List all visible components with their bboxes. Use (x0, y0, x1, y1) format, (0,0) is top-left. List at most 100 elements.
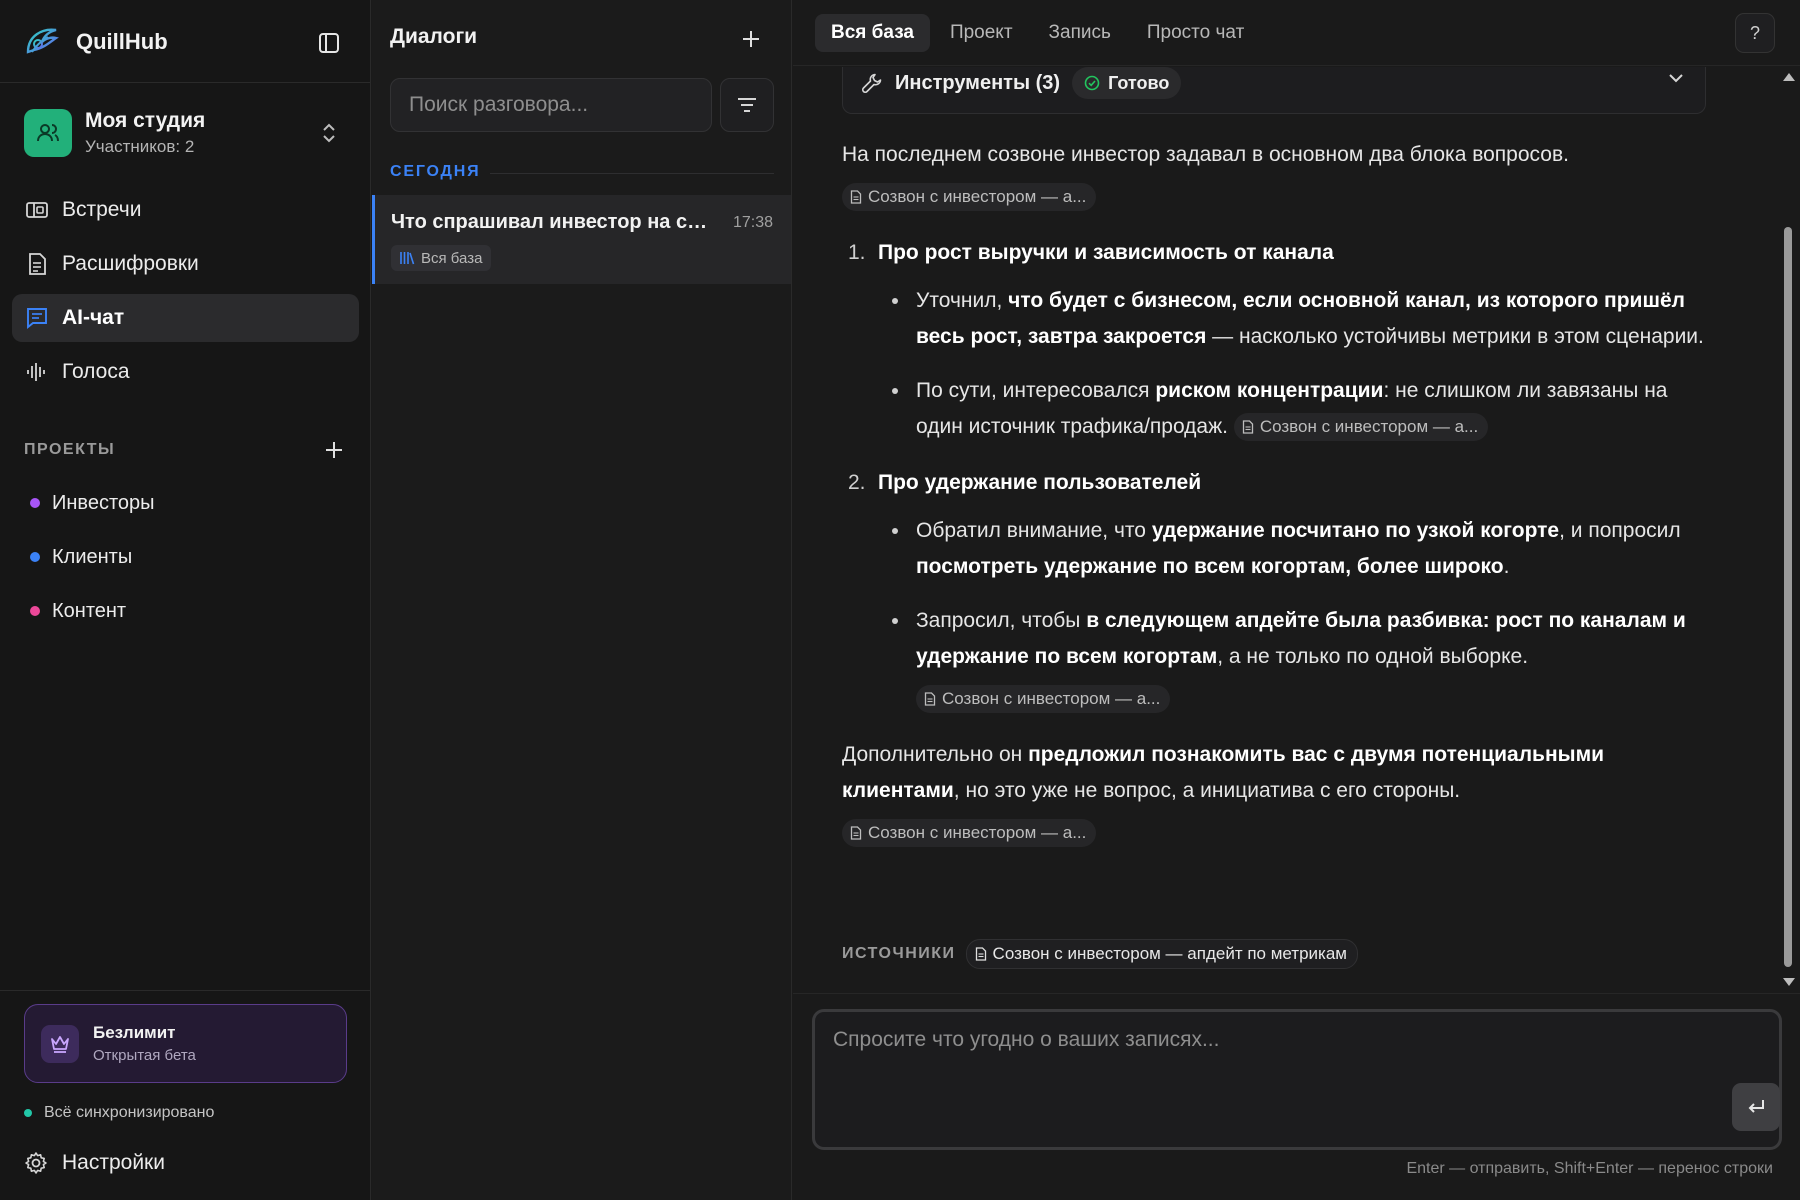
search-input[interactable] (391, 79, 711, 131)
plan-card[interactable]: Безлимит Открытая бета (24, 1004, 347, 1083)
question-list: 1. Про рост выручки и зависимость от кан… (842, 235, 1706, 717)
projects-list: Инвесторы Клиенты Контент (24, 476, 348, 638)
sync-dot (24, 1109, 32, 1117)
scrollbar-thumb[interactable] (1784, 227, 1792, 967)
add-project-button[interactable] (320, 436, 348, 464)
composer-hint: Enter — отправить, Shift+Enter — перенос… (1406, 1160, 1773, 1177)
brand[interactable]: QuillHub (22, 22, 168, 62)
source-chip[interactable]: Созвон с инвестором — а... (842, 183, 1097, 212)
source-chip-label: Созвон с инвестором — а... (868, 187, 1087, 207)
project-color-dot (30, 552, 40, 562)
document-icon (850, 190, 862, 205)
bold-text: удержание посчитано по узкой когорте (1151, 519, 1560, 542)
sources-label: ИСТОЧНИКИ (842, 945, 956, 962)
source-chip[interactable]: Созвон с инвестором — а... (1233, 413, 1489, 442)
message-scroll-area[interactable]: Инструменты (3) Готово На последнем созв… (793, 67, 1800, 992)
project-label: Клиенты (52, 545, 133, 568)
check-circle-icon (1084, 75, 1100, 91)
enter-icon (1748, 1100, 1764, 1113)
project-label: Инвесторы (52, 491, 155, 514)
bold-text: посмотреть удержание по всем когортам, б… (916, 555, 1504, 578)
text: — насколько устойчивы метрики в этом сце… (1206, 325, 1704, 348)
source-chip[interactable]: Созвон с инвестором — а... (916, 685, 1171, 714)
group-label-today: СЕГОДНЯ (390, 163, 481, 180)
nav-label: Голоса (62, 360, 130, 383)
project-item-content[interactable]: Контент (24, 584, 348, 638)
main-nav: Встречи Расшифровки AI-чат Голоса (12, 186, 359, 402)
scroll-down-arrow-icon[interactable] (1783, 978, 1795, 986)
help-button[interactable]: ? (1735, 13, 1775, 53)
app-name: QuillHub (76, 29, 168, 54)
nav-item-meetings[interactable]: Встречи (12, 186, 359, 234)
tab-just-chat[interactable]: Просто чат (1131, 14, 1260, 52)
settings-button[interactable]: Настройки (24, 1148, 165, 1178)
projects-title: ПРОЕКТЫ (24, 441, 116, 458)
sources-row: ИСТОЧНИКИ Созвон с инвестором — апдейт п… (842, 939, 1358, 969)
workspace-switcher[interactable]: Моя студия Участников: 2 (24, 108, 348, 158)
project-label: Контент (52, 599, 127, 622)
list-number: 1. (848, 241, 866, 264)
message-intro: На последнем созвоне инвестор задавал в … (842, 143, 1569, 166)
scroll-up-arrow-icon[interactable] (1783, 73, 1795, 81)
source-chip-full[interactable]: Созвон с инвестором — апдейт по метрикам (965, 939, 1358, 969)
scrollbar[interactable] (1781, 67, 1795, 992)
dialogs-panel: Диалоги СЕГОДНЯ Что спрашивал инвестор н… (372, 0, 792, 1200)
bullet-item: Уточнил, что будет с бизнесом, если осно… (878, 283, 1706, 355)
bullet-item: По сути, интересовался риском концентрац… (878, 373, 1706, 445)
crown-icon (41, 1024, 79, 1063)
text: Уточнил, (916, 289, 1009, 312)
chat-main: Вся база Проект Запись Просто чат ? Инст… (793, 0, 1800, 1200)
nav-item-transcripts[interactable]: Расшифровки (12, 240, 359, 288)
tools-panel[interactable]: Инструменты (3) Готово (842, 67, 1706, 114)
new-dialog-button[interactable] (736, 24, 766, 54)
tools-status-badge: Готово (1072, 67, 1182, 99)
list-number: 2. (848, 471, 866, 494)
divider (490, 173, 774, 174)
bullet-item: Обратил внимание, что удержание посчитан… (878, 513, 1706, 585)
voices-icon (24, 359, 50, 385)
chevron-down-icon (1667, 69, 1685, 87)
assistant-message: На последнем созвоне инвестор задавал в … (842, 137, 1706, 851)
conversation-title: Что спрашивал инвестор на созвоне (391, 211, 709, 233)
message-input[interactable] (833, 1028, 1713, 1128)
text: Дополнительно он (842, 743, 1029, 766)
text: , а не только по одной выборке. (1217, 645, 1529, 668)
source-chip[interactable]: Созвон с инвестором — а... (842, 819, 1097, 848)
nav-item-ai-chat[interactable]: AI-чат (12, 294, 359, 342)
project-color-dot (30, 606, 40, 616)
collapse-sidebar-button[interactable] (314, 28, 344, 58)
nav-item-voices[interactable]: Голоса (12, 348, 359, 396)
tab-project[interactable]: Проект (934, 14, 1029, 52)
scope-tabs: Вся база Проект Запись Просто чат (815, 14, 1264, 52)
project-color-dot (30, 498, 40, 508)
gear-icon (25, 1152, 47, 1174)
transcripts-icon (24, 251, 50, 277)
text: , но это уже не вопрос, а инициатива с е… (953, 779, 1461, 802)
tab-recording[interactable]: Запись (1033, 14, 1127, 52)
projects-header: ПРОЕКТЫ (24, 436, 348, 464)
text: . (1503, 555, 1510, 578)
text: Обратил внимание, что (916, 519, 1152, 542)
filter-button[interactable] (720, 78, 774, 132)
list-item: 2. Про удержание пользователей Обратил в… (842, 465, 1706, 717)
project-item-investors[interactable]: Инвесторы (24, 476, 348, 530)
bullet-list: Обратил внимание, что удержание посчитан… (878, 513, 1706, 717)
nav-label: AI-чат (62, 306, 125, 329)
sidebar-toggle-icon (319, 33, 339, 53)
send-button[interactable] (1732, 1083, 1780, 1131)
tab-all-base[interactable]: Вся база (815, 14, 930, 52)
quillhub-logo-icon (22, 22, 62, 62)
plus-icon (743, 31, 759, 47)
nav-label: Встречи (62, 198, 142, 221)
conversation-scope-badge: Вся база (391, 245, 492, 271)
document-icon (924, 692, 936, 707)
list-heading: Про удержание пользователей (878, 471, 1202, 494)
conversation-item[interactable]: Что спрашивал инвестор на созвоне 17:38 … (372, 195, 791, 284)
tools-label: Инструменты (3) (895, 71, 1061, 94)
list-item: 1. Про рост выручки и зависимость от кан… (842, 235, 1706, 445)
source-chip-label: Созвон с инвестором — а... (942, 689, 1161, 709)
project-item-clients[interactable]: Клиенты (24, 530, 348, 584)
plan-title: Безлимит (93, 1023, 176, 1042)
sidebar: QuillHub Моя студия Участников: 2 Встреч… (0, 0, 371, 1200)
text: По сути, интересовался (916, 379, 1156, 402)
